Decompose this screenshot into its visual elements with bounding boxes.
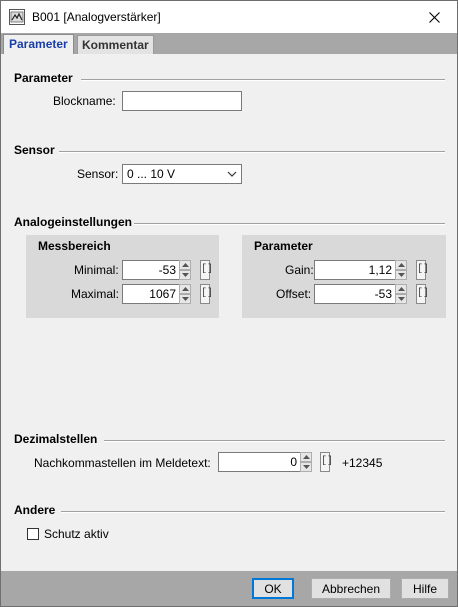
window-title: B001 [Analogverstärker]: [32, 10, 161, 24]
close-icon: [428, 11, 440, 23]
nachkommastellen-reference-button[interactable]: []: [320, 452, 333, 472]
schutz-aktiv-label[interactable]: Schutz aktiv: [44, 527, 109, 541]
app-icon: [9, 9, 25, 25]
arrow-down-icon: [181, 273, 189, 277]
spin-down-button[interactable]: [179, 270, 191, 280]
ok-button[interactable]: OK: [252, 578, 294, 599]
blockname-input[interactable]: [122, 91, 242, 111]
minimal-reference-button[interactable]: []: [200, 260, 213, 280]
spin-up-button[interactable]: [395, 260, 407, 270]
offset-label: Offset:: [276, 287, 312, 301]
sensor-label: Sensor:: [77, 167, 119, 181]
divider: [59, 151, 445, 153]
tab-content: Parameter Blockname: Sensor Sensor: 0 ..…: [1, 54, 457, 571]
section-title-analog: Analogeinstellungen: [14, 215, 133, 229]
tab-strip: Parameter Kommentar: [1, 33, 457, 54]
arrow-up-icon: [181, 263, 189, 267]
gain-input[interactable]: [314, 260, 396, 280]
minimal-spinner[interactable]: [179, 260, 191, 280]
divider: [104, 440, 445, 442]
divider: [134, 223, 445, 225]
nachkommastellen-spinner[interactable]: [300, 452, 312, 472]
spin-up-button[interactable]: [395, 284, 407, 294]
group-title-messbereich: Messbereich: [38, 239, 111, 253]
section-title-sensor: Sensor: [14, 143, 55, 157]
divider: [81, 79, 445, 81]
maximal-spinner[interactable]: [179, 284, 191, 304]
gain-reference-button[interactable]: []: [416, 260, 429, 280]
offset-reference-button[interactable]: []: [416, 284, 429, 304]
arrow-down-icon: [181, 297, 189, 301]
tab-parameter[interactable]: Parameter: [3, 34, 74, 54]
gain-spinner[interactable]: [395, 260, 407, 280]
arrow-down-icon: [302, 465, 310, 469]
spin-up-button[interactable]: [179, 260, 191, 270]
maximal-reference-button[interactable]: []: [200, 284, 213, 304]
arrow-down-icon: [397, 297, 405, 301]
sensor-select[interactable]: 0 ... 10 V: [122, 164, 242, 184]
nachkommastellen-input[interactable]: [218, 452, 301, 472]
spin-up-button[interactable]: [300, 452, 312, 462]
help-button[interactable]: Hilfe: [401, 578, 449, 599]
minimal-label: Minimal:: [74, 263, 119, 277]
arrow-up-icon: [397, 263, 405, 267]
close-button[interactable]: [411, 1, 457, 33]
tab-kommentar[interactable]: Kommentar: [77, 35, 154, 54]
minimal-input[interactable]: [122, 260, 180, 280]
dialog-window: B001 [Analogverstärker] Parameter Kommen…: [0, 0, 458, 607]
spin-down-button[interactable]: [179, 294, 191, 304]
blockname-label: Blockname:: [53, 94, 116, 108]
section-title-andere: Andere: [14, 503, 56, 517]
title-bar: B001 [Analogverstärker]: [1, 1, 457, 33]
spin-down-button[interactable]: [395, 294, 407, 304]
divider: [61, 511, 445, 513]
spin-down-button[interactable]: [300, 462, 312, 472]
offset-spinner[interactable]: [395, 284, 407, 304]
spin-up-button[interactable]: [179, 284, 191, 294]
offset-input[interactable]: [314, 284, 396, 304]
format-preview: +12345: [342, 456, 383, 470]
section-title-dezimalstellen: Dezimalstellen: [14, 432, 98, 446]
arrow-down-icon: [397, 273, 405, 277]
sensor-select-value: 0 ... 10 V: [127, 167, 176, 181]
spin-down-button[interactable]: [395, 270, 407, 280]
arrow-up-icon: [181, 287, 189, 291]
maximal-input[interactable]: [122, 284, 180, 304]
cancel-button[interactable]: Abbrechen: [311, 578, 391, 599]
arrow-up-icon: [397, 287, 405, 291]
group-title-parameter: Parameter: [254, 239, 313, 253]
chevron-down-icon: [227, 171, 237, 177]
nachkommastellen-label: Nachkommastellen im Meldetext:: [34, 456, 211, 470]
section-title-parameter: Parameter: [14, 71, 73, 85]
schutz-aktiv-checkbox[interactable]: [27, 528, 39, 540]
gain-label: Gain:: [285, 263, 314, 277]
group-parameter: Parameter Gain: [] Offset: []: [242, 235, 446, 318]
button-bar: OK Abbrechen Hilfe: [1, 571, 457, 606]
maximal-label: Maximal:: [71, 287, 120, 301]
arrow-up-icon: [302, 455, 310, 459]
group-messbereich: Messbereich Minimal: [] Maximal: []: [26, 235, 219, 318]
